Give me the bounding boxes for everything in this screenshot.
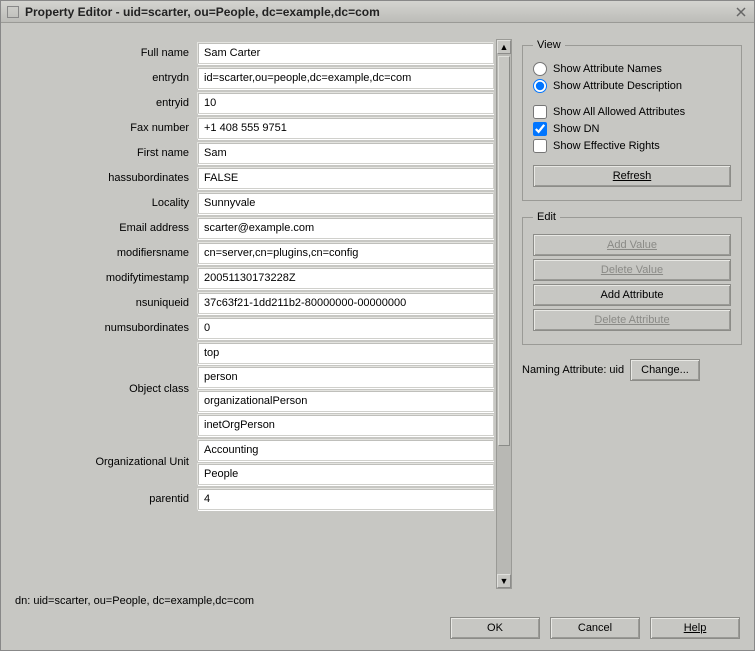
- property-table: Full name entrydn entryid Fax numbe: [13, 39, 494, 513]
- scrollbar[interactable]: ▲ ▼: [496, 39, 512, 589]
- input-modifytimestamp[interactable]: [197, 267, 494, 289]
- delete-attribute-button[interactable]: Delete Attribute: [533, 309, 731, 331]
- row-modifytimestamp: modifytimestamp: [13, 267, 494, 289]
- check-all-allowed[interactable]: [533, 105, 547, 119]
- label-parentid: parentid: [13, 488, 197, 510]
- refresh-button[interactable]: Refresh: [533, 165, 731, 187]
- row-hassubordinates: hassubordinates: [13, 167, 494, 189]
- row-modifiersname: modifiersname: [13, 242, 494, 264]
- row-numsubordinates: numsubordinates: [13, 317, 494, 339]
- input-entryid[interactable]: [197, 92, 494, 114]
- check-effective-rights[interactable]: [533, 139, 547, 153]
- close-icon[interactable]: [734, 5, 748, 19]
- cancel-button[interactable]: Cancel: [550, 617, 640, 639]
- label-modifytimestamp: modifytimestamp: [13, 267, 197, 289]
- input-orgunit-0[interactable]: [197, 439, 494, 461]
- window: Property Editor - uid=scarter, ou=People…: [0, 0, 755, 651]
- row-objectclass: Object class: [13, 342, 494, 436]
- input-first-name[interactable]: [197, 142, 494, 164]
- input-nsuniqueid[interactable]: [197, 292, 494, 314]
- label-email: Email address: [13, 217, 197, 239]
- input-parentid[interactable]: [197, 488, 494, 510]
- naming-attribute-row: Naming Attribute: uid Change...: [522, 359, 742, 381]
- check-show-dn[interactable]: [533, 122, 547, 136]
- help-button[interactable]: Help: [650, 617, 740, 639]
- label-show-attr-desc: Show Attribute Description: [553, 80, 682, 92]
- view-group: View Show Attribute Names Show Attribute…: [522, 39, 742, 201]
- row-nsuniqueid: nsuniqueid: [13, 292, 494, 314]
- label-hassubordinates: hassubordinates: [13, 167, 197, 189]
- label-full-name: Full name: [13, 42, 197, 64]
- row-entrydn: entrydn: [13, 67, 494, 89]
- window-menu-icon[interactable]: [7, 6, 19, 18]
- row-entryid: entryid: [13, 92, 494, 114]
- label-orgunit: Organizational Unit: [13, 439, 197, 485]
- edit-group: Edit Add Value Delete Value Add Attribut…: [522, 211, 742, 345]
- radio-show-attr-desc[interactable]: [533, 79, 547, 93]
- input-hassubordinates[interactable]: [197, 167, 494, 189]
- input-locality[interactable]: [197, 192, 494, 214]
- row-full-name: Full name: [13, 42, 494, 64]
- input-fax[interactable]: [197, 117, 494, 139]
- label-show-dn: Show DN: [553, 123, 599, 135]
- label-all-allowed: Show All Allowed Attributes: [553, 106, 685, 118]
- input-modifiersname[interactable]: [197, 242, 494, 264]
- scroll-down-icon[interactable]: ▼: [497, 574, 511, 588]
- input-full-name[interactable]: [197, 42, 494, 64]
- change-button[interactable]: Change...: [630, 359, 700, 381]
- add-attribute-button[interactable]: Add Attribute: [533, 284, 731, 306]
- input-objectclass-1[interactable]: [197, 366, 494, 388]
- label-effective-rights: Show Effective Rights: [553, 140, 660, 152]
- scroll-thumb[interactable]: [498, 56, 510, 446]
- label-modifiersname: modifiersname: [13, 242, 197, 264]
- add-value-button[interactable]: Add Value: [533, 234, 731, 256]
- input-objectclass-3[interactable]: [197, 414, 494, 436]
- input-numsubordinates[interactable]: [197, 317, 494, 339]
- input-email[interactable]: [197, 217, 494, 239]
- label-locality: Locality: [13, 192, 197, 214]
- footer: OK Cancel Help: [1, 607, 754, 649]
- row-orgunit: Organizational Unit: [13, 439, 494, 485]
- input-entrydn[interactable]: [197, 67, 494, 89]
- label-nsuniqueid: nsuniqueid: [13, 292, 197, 314]
- naming-attribute-label: Naming Attribute: uid: [522, 364, 624, 376]
- property-table-pane: Full name entrydn entryid Fax numbe: [13, 39, 512, 589]
- label-show-attr-names: Show Attribute Names: [553, 63, 662, 75]
- dn-line: dn: uid=scarter, ou=People, dc=example,d…: [1, 593, 754, 607]
- label-entryid: entryid: [13, 92, 197, 114]
- input-orgunit-1[interactable]: [197, 463, 494, 485]
- input-objectclass-group: [197, 342, 494, 436]
- row-parentid: parentid: [13, 488, 494, 510]
- label-entrydn: entrydn: [13, 67, 197, 89]
- edit-legend: Edit: [533, 211, 560, 223]
- view-legend: View: [533, 39, 565, 51]
- label-first-name: First name: [13, 142, 197, 164]
- right-pane: View Show Attribute Names Show Attribute…: [522, 39, 742, 589]
- label-numsubordinates: numsubordinates: [13, 317, 197, 339]
- radio-show-attr-names[interactable]: [533, 62, 547, 76]
- delete-value-button[interactable]: Delete Value: [533, 259, 731, 281]
- ok-button[interactable]: OK: [450, 617, 540, 639]
- scroll-up-icon[interactable]: ▲: [497, 40, 511, 54]
- row-first-name: First name: [13, 142, 494, 164]
- titlebar: Property Editor - uid=scarter, ou=People…: [1, 1, 754, 23]
- row-email: Email address: [13, 217, 494, 239]
- window-title: Property Editor - uid=scarter, ou=People…: [25, 5, 728, 19]
- input-objectclass-2[interactable]: [197, 390, 494, 412]
- row-fax: Fax number: [13, 117, 494, 139]
- label-fax: Fax number: [13, 117, 197, 139]
- row-locality: Locality: [13, 192, 494, 214]
- label-objectclass: Object class: [13, 342, 197, 436]
- input-objectclass-0[interactable]: [197, 342, 494, 364]
- input-orgunit-group: [197, 439, 494, 485]
